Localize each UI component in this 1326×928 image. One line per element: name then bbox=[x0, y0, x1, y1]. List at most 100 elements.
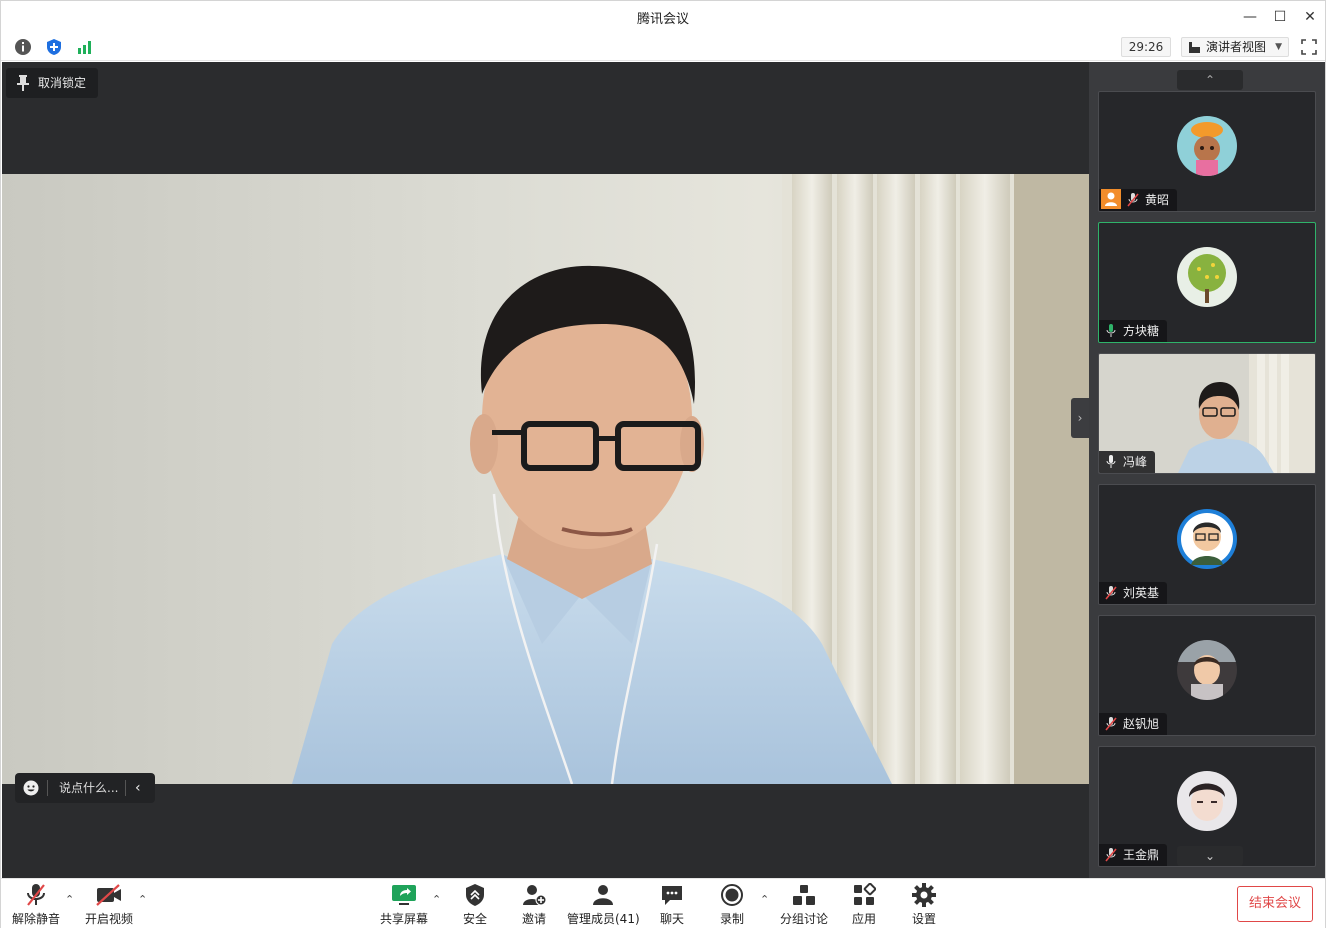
participant-name-bar: 方块糖 bbox=[1099, 320, 1168, 342]
chevron-down-icon: ▼ bbox=[1275, 42, 1282, 52]
participant-name: 王金鼎 bbox=[1123, 848, 1160, 862]
video-options-caret[interactable]: ⌃ bbox=[138, 893, 147, 906]
security-label: 安全 bbox=[462, 912, 487, 926]
shield-icon bbox=[466, 884, 484, 906]
participant-name: 方块糖 bbox=[1123, 324, 1160, 338]
scroll-down-button[interactable]: ⌄ bbox=[1177, 846, 1243, 866]
speaker-video[interactable] bbox=[2, 174, 1089, 784]
mic-muted-icon bbox=[1127, 193, 1139, 207]
window-title: 腾讯会议 bbox=[636, 12, 689, 27]
participant-name: 黄昭 bbox=[1145, 193, 1170, 207]
invite-button[interactable]: 邀请 bbox=[515, 883, 553, 927]
apps-button[interactable]: 应用 bbox=[845, 883, 883, 927]
record-options-caret[interactable]: ⌃ bbox=[760, 893, 769, 906]
unpin-label: 取消锁定 bbox=[38, 76, 87, 90]
record-button[interactable]: 录制 bbox=[713, 883, 751, 927]
participant-tile[interactable]: 冯峰 bbox=[1098, 353, 1316, 474]
chat-placeholder[interactable]: 说点什么... bbox=[59, 773, 118, 803]
participant-name-bar: 冯峰 bbox=[1099, 451, 1156, 473]
apps-label: 应用 bbox=[851, 912, 876, 926]
mic-icon bbox=[1106, 455, 1116, 468]
manage-members-label: 管理成员(41) bbox=[567, 912, 640, 926]
record-icon bbox=[721, 884, 743, 906]
meeting-timer: 29:26 bbox=[1121, 37, 1171, 57]
chat-input-box[interactable]: 说点什么... ‹ bbox=[15, 773, 155, 803]
start-video-label: 开启视频 bbox=[84, 912, 133, 926]
audio-options-caret[interactable]: ⌃ bbox=[65, 893, 74, 906]
participant-name-bar: 黄昭 bbox=[1099, 189, 1178, 211]
participant-name: 赵钒旭 bbox=[1123, 717, 1160, 731]
participant-sidebar: ⌃ 黄昭 方块糖 冯峰 刘英基 赵钒旭 王金鼎 ⌄ bbox=[1089, 62, 1325, 878]
manage-members-button[interactable]: 管理成员(41) bbox=[567, 883, 640, 927]
mic-active-icon bbox=[1106, 324, 1116, 337]
pin-icon bbox=[17, 75, 29, 91]
maximize-icon[interactable]: ☐ bbox=[1269, 7, 1291, 27]
mic-muted-icon bbox=[27, 884, 45, 906]
participant-tile[interactable]: 黄昭 bbox=[1098, 91, 1316, 212]
settings-label: 设置 bbox=[911, 912, 936, 926]
participant-avatar bbox=[1177, 247, 1237, 307]
participant-name-bar: 王金鼎 bbox=[1099, 844, 1168, 866]
participant-name: 冯峰 bbox=[1123, 455, 1148, 469]
meeting-info-bar: 29:26 演讲者视图 ▼ bbox=[1, 33, 1325, 61]
camera-off-icon bbox=[96, 884, 121, 906]
chat-icon bbox=[662, 886, 682, 905]
share-screen-label: 共享屏幕 bbox=[379, 912, 428, 926]
close-icon[interactable]: ✕ bbox=[1299, 7, 1321, 27]
participant-avatar bbox=[1177, 509, 1237, 569]
end-meeting-button[interactable]: 结束会议 bbox=[1237, 886, 1313, 922]
collapse-sidebar-button[interactable]: › bbox=[1071, 398, 1089, 438]
view-mode-label: 演讲者视图 bbox=[1206, 40, 1267, 54]
participant-tile[interactable]: 赵钒旭 bbox=[1098, 615, 1316, 736]
security-shield-icon[interactable] bbox=[45, 38, 63, 56]
invite-label: 邀请 bbox=[521, 912, 546, 926]
participant-avatar bbox=[1177, 771, 1237, 831]
security-button[interactable]: 安全 bbox=[456, 883, 494, 927]
emoji-icon[interactable] bbox=[23, 780, 39, 796]
gear-icon bbox=[912, 883, 936, 907]
breakout-rooms-icon bbox=[793, 885, 815, 905]
chevron-down-icon: ⌄ bbox=[1204, 849, 1216, 863]
share-screen-button[interactable]: 共享屏幕 bbox=[378, 883, 430, 927]
members-icon bbox=[593, 885, 613, 905]
mic-muted-icon bbox=[1105, 848, 1117, 862]
participant-tile[interactable]: 刘英基 bbox=[1098, 484, 1316, 605]
minimize-icon[interactable]: — bbox=[1239, 7, 1261, 27]
settings-button[interactable]: 设置 bbox=[905, 883, 943, 927]
chat-divider bbox=[47, 780, 48, 796]
bottom-toolbar: 解除静音 ⌃ 开启视频 ⌃ 共享屏幕 ⌃ 安全 邀请 管理成员(41) 聊天 录… bbox=[1, 878, 1325, 928]
chevron-right-icon: › bbox=[1077, 411, 1083, 425]
chat-button[interactable]: 聊天 bbox=[653, 883, 691, 927]
participant-name: 刘英基 bbox=[1123, 586, 1160, 600]
mic-muted-icon bbox=[1105, 717, 1117, 731]
scroll-up-button[interactable]: ⌃ bbox=[1177, 70, 1243, 90]
speaker-video-frame bbox=[2, 174, 1089, 784]
meeting-window: 腾讯会议 — ☐ ✕ 29:26 演讲者视图 ▼ 取消锁定 说点什么... ‹ … bbox=[0, 0, 1326, 928]
participant-tile[interactable]: 方块糖 bbox=[1098, 222, 1316, 343]
participant-avatar bbox=[1177, 640, 1237, 700]
main-stage: 取消锁定 说点什么... ‹ bbox=[2, 62, 1089, 878]
add-user-icon bbox=[523, 885, 546, 906]
breakout-label: 分组讨论 bbox=[779, 912, 828, 926]
start-video-button[interactable]: 开启视频 bbox=[83, 883, 135, 927]
view-mode-select[interactable]: 演讲者视图 ▼ bbox=[1181, 37, 1289, 57]
unpin-button[interactable]: 取消锁定 bbox=[6, 68, 99, 98]
signal-strength-icon[interactable] bbox=[76, 38, 94, 56]
participant-name-bar: 赵钒旭 bbox=[1099, 713, 1168, 735]
chat-divider bbox=[125, 780, 126, 796]
chevron-left-icon[interactable]: ‹ bbox=[135, 773, 141, 803]
unmute-button[interactable]: 解除静音 bbox=[11, 883, 61, 927]
fullscreen-icon[interactable] bbox=[1301, 39, 1317, 55]
layout-icon bbox=[1189, 42, 1200, 53]
chat-label: 聊天 bbox=[659, 912, 684, 926]
mic-muted-icon bbox=[1105, 586, 1117, 600]
breakout-button[interactable]: 分组讨论 bbox=[778, 883, 830, 927]
share-screen-icon bbox=[392, 885, 416, 905]
record-label: 录制 bbox=[719, 912, 744, 926]
chevron-up-icon: ⌃ bbox=[1204, 73, 1216, 87]
host-badge-icon bbox=[1101, 189, 1121, 209]
apps-grid-icon bbox=[854, 883, 876, 905]
share-options-caret[interactable]: ⌃ bbox=[432, 893, 441, 906]
participant-avatar bbox=[1177, 116, 1237, 176]
info-icon[interactable] bbox=[14, 38, 32, 56]
